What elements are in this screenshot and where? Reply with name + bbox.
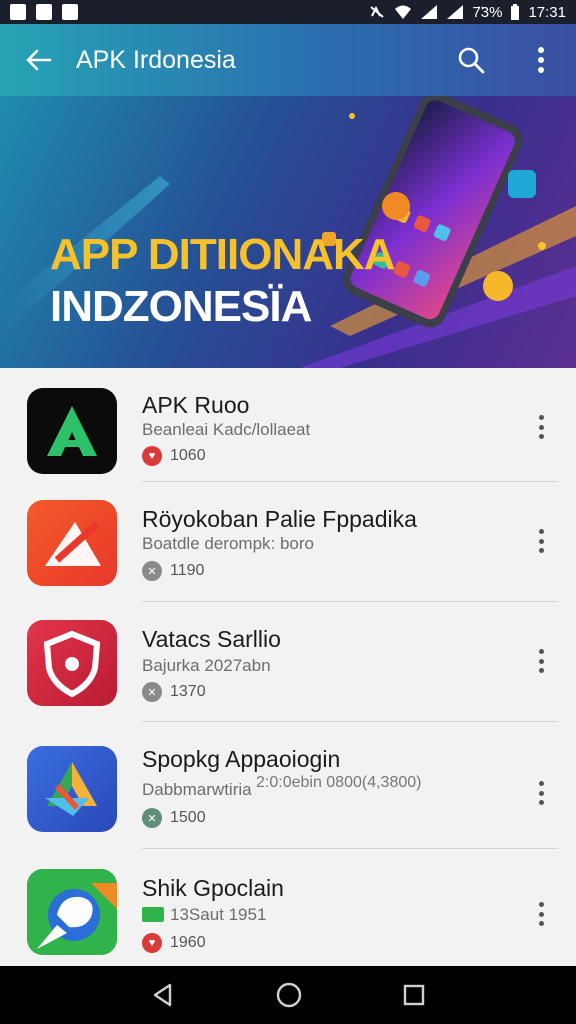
rating-icon: ✕ [142, 808, 162, 828]
app-name: Shik Gpoclain [142, 875, 284, 901]
list-item[interactable]: Spopkg Appaoiogin Dabbmarwtiria 2:0:0ebi… [0, 722, 576, 842]
signal-icon [421, 5, 438, 19]
list-item[interactable]: Vatacs Sarllio Bajurka 2027abn ✕ 1370 [0, 602, 576, 722]
app-subtitle: Beanleai Kadc/lollaeat [142, 420, 311, 439]
heart-icon: ♥ [142, 446, 162, 466]
item-more-button[interactable] [530, 646, 552, 676]
flag-icon [142, 907, 164, 922]
app-icon [27, 388, 117, 474]
clock: 17:31 [528, 3, 566, 21]
search-button[interactable] [436, 24, 506, 96]
notification-icon [10, 4, 26, 20]
signal-icon [447, 5, 464, 19]
play-arrow-icon [45, 521, 101, 566]
nav-home-icon[interactable] [275, 981, 303, 1009]
list-item[interactable]: APK Ruoo Beanleai Kadc/lollaeat ♥ 1060 [0, 368, 576, 488]
system-nav-bar [0, 966, 576, 1024]
app-list: APK Ruoo Beanleai Kadc/lollaeat ♥ 1060 R… [0, 368, 576, 966]
list-item[interactable]: Shik Gpoclain 13Saut 1951 ♥ 1960 [0, 849, 576, 966]
download-count: 1370 [170, 683, 206, 700]
battery-percent: 7̈3% [472, 3, 503, 21]
app-name: APK Ruoo [142, 392, 250, 418]
item-more-button[interactable] [530, 899, 552, 929]
app-icon [27, 869, 117, 955]
download-count: 1500 [170, 809, 206, 826]
nav-recents-icon[interactable] [402, 983, 426, 1007]
rating-icon: ✕ [142, 682, 162, 702]
item-more-button[interactable] [530, 526, 552, 556]
app-icon [27, 500, 117, 586]
app-icon [27, 746, 117, 832]
item-more-button[interactable] [530, 778, 552, 808]
app-name: Spopkg Appaoiogin [142, 746, 341, 772]
status-bar: 7̈3% 17:31 [0, 0, 576, 24]
app-subtitle: Dabbmarwtiria [142, 780, 252, 799]
page-title: APK Irdonesia [76, 45, 236, 74]
banner-heading: APP DITIIONAKA [50, 230, 396, 279]
app-bar: APK Irdonesia [0, 24, 576, 96]
app-meta: 2:0:0ebin 0800(4,3800) [256, 774, 422, 791]
arrow-back-icon [26, 49, 52, 71]
item-more-button[interactable] [530, 412, 552, 442]
overflow-menu-button[interactable] [506, 24, 576, 96]
promo-banner[interactable]: APP DITIIONAKA INDZONESÏA [0, 96, 576, 368]
rating-icon: ✕ [142, 561, 162, 581]
app-subtitle: 13Saut 1951 [170, 905, 267, 924]
wifi-icon [395, 5, 412, 19]
swirl-logo-icon [27, 869, 117, 955]
shield-icon [43, 630, 101, 698]
download-count: 1960 [170, 934, 206, 951]
app-icon [27, 620, 117, 706]
notification-icon [62, 4, 78, 20]
notification-icon [36, 4, 52, 20]
app-name: Vatacs Sarllio [142, 626, 281, 652]
mute-icon [370, 5, 385, 18]
list-item[interactable]: Röyokoban Palie Fppadika Boatdle derompk… [0, 482, 576, 602]
download-count: 1060 [170, 447, 206, 464]
app-subtitle: Boatdle derompk: boro [142, 534, 314, 553]
app-name: Röyokoban Palie Fppadika [142, 506, 417, 532]
a-logo-icon [47, 406, 97, 456]
triangle-logo-icon [45, 762, 97, 816]
notification-icons [10, 4, 78, 20]
search-icon [458, 47, 485, 74]
banner-subheading: INDZONESÏA [50, 282, 312, 331]
more-vert-icon [538, 47, 544, 73]
download-count: 1190 [170, 562, 205, 579]
nav-back-icon[interactable] [150, 982, 176, 1008]
heart-icon: ♥ [142, 933, 162, 953]
back-button[interactable] [0, 24, 76, 96]
app-subtitle: Bajurka 2027abn [142, 656, 271, 675]
battery-icon [511, 3, 520, 20]
